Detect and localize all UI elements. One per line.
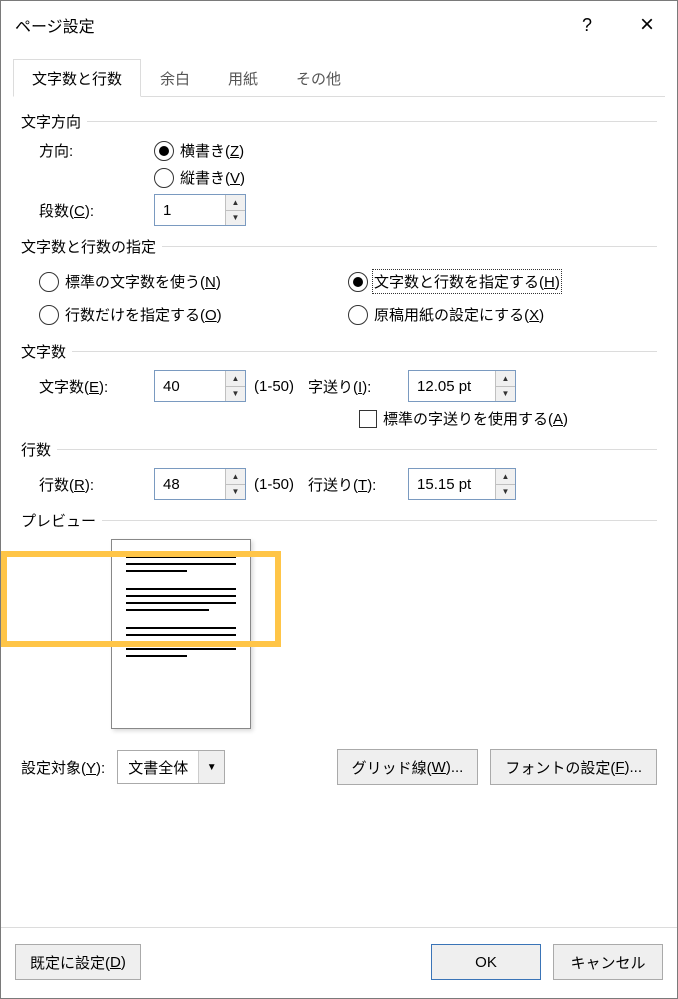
chars-range: (1-50) [254, 378, 294, 395]
tab-margins[interactable]: 余白 [141, 59, 209, 97]
spin-down[interactable]: ▼ [496, 485, 515, 500]
section-preview: プレビュー [21, 510, 657, 729]
lines-label: 行数(R): [39, 474, 154, 495]
footer: 既定に設定(D) OK キャンセル [1, 927, 677, 998]
radio-icon [348, 272, 368, 292]
close-icon: × [640, 11, 654, 39]
char-pitch-label: 字送り(I): [308, 376, 408, 397]
section-spec: 文字数と行数の指定 標準の文字数を使う(N) 文字数と行数を指定する(H) [21, 236, 657, 331]
section-chars: 文字数 文字数(E): ▲▼ (1-50) 字送り(I): ▲▼ [21, 341, 657, 429]
spin-up[interactable]: ▲ [496, 469, 515, 485]
chars-label: 文字数(E): [39, 376, 154, 397]
apply-to-combo[interactable]: 文書全体 ▼ [117, 750, 225, 784]
radio-both[interactable]: 文字数と行数を指定する(H) [348, 271, 560, 292]
content: 文字数と行数 余白 用紙 その他 文字方向 方向: 横書き(Z) [1, 49, 677, 927]
columns-spinner[interactable]: ▲▼ [154, 194, 246, 226]
lines-input[interactable] [155, 469, 225, 499]
tab-other[interactable]: その他 [277, 59, 360, 97]
spin-up[interactable]: ▲ [226, 469, 245, 485]
line-pitch-spinner[interactable]: ▲▼ [408, 468, 516, 500]
radio-icon [348, 305, 368, 325]
spin-up[interactable]: ▲ [496, 371, 515, 387]
spin-up[interactable]: ▲ [226, 195, 245, 211]
radio-grid-paper[interactable]: 原稿用紙の設定にする(X) [348, 304, 544, 325]
spin-down[interactable]: ▼ [226, 485, 245, 500]
tab-panel: 文字方向 方向: 横書き(Z) 縦書き(V) 段数(C): [13, 97, 665, 743]
spin-down[interactable]: ▼ [496, 387, 515, 402]
page-preview [111, 539, 251, 729]
section-preview-title: プレビュー [21, 510, 96, 531]
radio-icon [39, 272, 59, 292]
radio-icon [154, 141, 174, 161]
help-button[interactable]: ? [557, 1, 617, 49]
radio-horizontal[interactable]: 横書き(Z) [154, 140, 244, 161]
close-button[interactable]: × [617, 1, 677, 49]
section-chars-title: 文字数 [21, 341, 66, 362]
lines-range: (1-50) [254, 476, 294, 493]
columns-input[interactable] [155, 195, 225, 225]
radio-standard[interactable]: 標準の文字数を使う(N) [39, 271, 221, 292]
chevron-down-icon: ▼ [198, 751, 224, 783]
line-pitch-label: 行送り(T): [308, 474, 408, 495]
radio-icon [154, 168, 174, 188]
tabstrip: 文字数と行数 余白 用紙 その他 [13, 59, 665, 97]
chars-input[interactable] [155, 371, 225, 401]
spin-up[interactable]: ▲ [226, 371, 245, 387]
orientation-label: 方向: [39, 140, 154, 161]
set-default-button[interactable]: 既定に設定(D) [15, 944, 141, 980]
titlebar: ページ設定 ? × [1, 1, 677, 49]
section-direction: 文字方向 方向: 横書き(Z) 縦書き(V) 段数(C): [21, 111, 657, 226]
radio-vertical[interactable]: 縦書き(V) [154, 167, 245, 188]
apply-to-label: 設定対象(Y): [21, 757, 105, 778]
char-pitch-spinner[interactable]: ▲▼ [408, 370, 516, 402]
tab-paper[interactable]: 用紙 [209, 59, 277, 97]
tab-chars-lines[interactable]: 文字数と行数 [13, 59, 141, 97]
ok-button[interactable]: OK [431, 944, 541, 980]
section-lines: 行数 行数(R): ▲▼ (1-50) 行送り(T): ▲▼ [21, 439, 657, 500]
char-pitch-input[interactable] [409, 371, 495, 401]
line-pitch-input[interactable] [409, 469, 495, 499]
radio-lines-only[interactable]: 行数だけを指定する(O) [39, 304, 222, 325]
checkbox-icon [359, 410, 377, 428]
spin-down[interactable]: ▼ [226, 211, 245, 226]
lines-spinner[interactable]: ▲▼ [154, 468, 246, 500]
window-title: ページ設定 [15, 13, 95, 37]
columns-label: 段数(C): [39, 200, 154, 221]
check-std-pitch[interactable]: 標準の字送りを使用する(A) [359, 408, 568, 429]
section-lines-title: 行数 [21, 439, 51, 460]
font-settings-button[interactable]: フォントの設定(F)... [490, 749, 657, 785]
page-setup-dialog: ページ設定 ? × 文字数と行数 余白 用紙 その他 文字方向 方向: 横書き(… [0, 0, 678, 999]
help-icon: ? [582, 15, 592, 36]
section-spec-title: 文字数と行数の指定 [21, 236, 156, 257]
apply-to-value: 文書全体 [118, 757, 198, 778]
section-direction-title: 文字方向 [21, 111, 81, 132]
gridlines-button[interactable]: グリッド線(W)... [337, 749, 479, 785]
spin-down[interactable]: ▼ [226, 387, 245, 402]
apply-row: 設定対象(Y): 文書全体 ▼ グリッド線(W)... フォントの設定(F)..… [13, 743, 665, 797]
cancel-button[interactable]: キャンセル [553, 944, 663, 980]
chars-spinner[interactable]: ▲▼ [154, 370, 246, 402]
radio-icon [39, 305, 59, 325]
